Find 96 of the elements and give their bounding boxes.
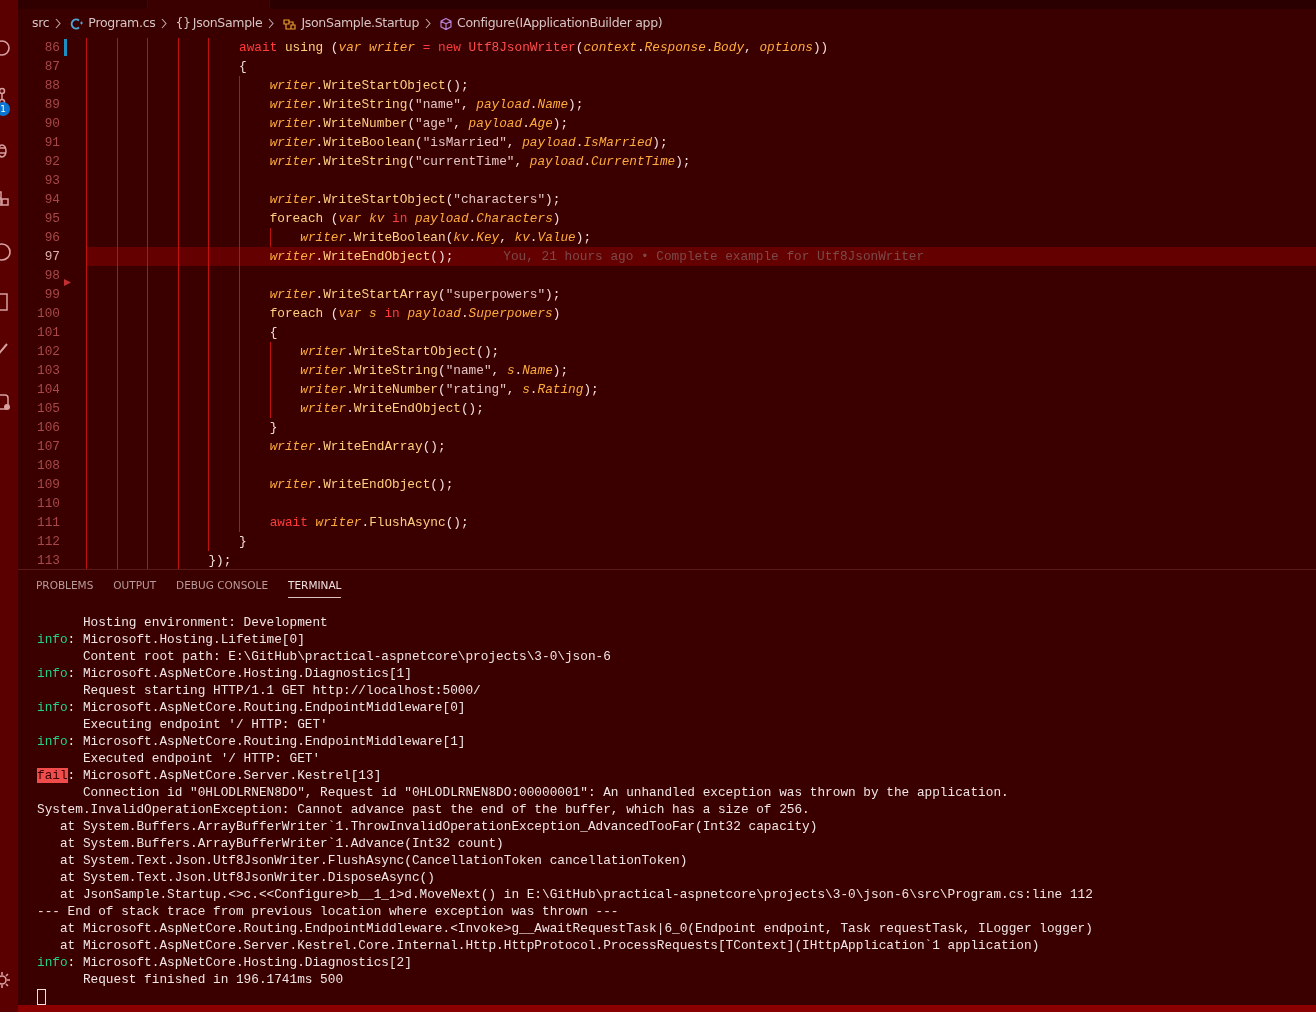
terminal-line: at Microsoft.AspNetCore.Routing.EndpointMiddleware.<Invoke>g__AwaitRequestTask|6_0(Endpoint endpoint, Task requestTask, ILogger logger) bbox=[58, 920, 1094, 937]
line-number: 112 bbox=[37, 533, 60, 551]
line-number: 92 bbox=[44, 153, 60, 171]
line-number: 87 bbox=[44, 58, 60, 76]
breadcrumb-item[interactable]: JsonSample.Startup bbox=[282, 14, 420, 33]
code-line: { bbox=[268, 324, 278, 342]
code-line: writer.WriteEndObject(); bbox=[268, 248, 454, 266]
log-message: : Microsoft.AspNetCore.Hosting.Diagnostics[2] bbox=[67, 955, 412, 970]
log-message: : Microsoft.AspNetCore.Server.Kestrel[13] bbox=[67, 768, 382, 783]
terminal-line: Executed endpoint '/ HTTP: GET' bbox=[81, 750, 322, 767]
terminal-line: at System.Buffers.ArrayBufferWriter`1.ThrowInvalidOperationException_AdvancedTooFar(Int32 capacity) bbox=[58, 818, 819, 835]
code-line: }); bbox=[207, 552, 232, 569]
terminal-line: Request finished in 196.1741ms 500 bbox=[81, 971, 345, 988]
code-line: writer.WriteNumber("age", payload.Age); bbox=[268, 115, 569, 133]
breadcrumb-item[interactable]: Configure(IApplicationBuilder app) bbox=[439, 14, 663, 33]
code-line: writer.WriteEndObject(); bbox=[299, 400, 484, 418]
line-number: 106 bbox=[37, 419, 60, 437]
terminal-line: at Microsoft.AspNetCore.Server.Kestrel.Core.Internal.Http.HttpProtocol.ProcessRequests[TContext](IHttpApplication`1 application) bbox=[58, 937, 1041, 954]
code-line: writer.WriteString("name", payload.Name); bbox=[268, 96, 584, 114]
notification-badge: 1 bbox=[0, 102, 10, 116]
terminal-line: Request starting HTTP/1.1 GET http://localhost:5000/ bbox=[81, 682, 482, 699]
class-icon bbox=[282, 16, 298, 31]
panel-tab[interactable]: PROBLEMS bbox=[36, 575, 94, 598]
panel-tab[interactable]: DEBUG CONSOLE bbox=[176, 575, 269, 598]
log-level-label: info bbox=[37, 955, 68, 970]
line-number: 99 bbox=[44, 286, 60, 304]
code-line: } bbox=[238, 533, 247, 551]
line-number: 88 bbox=[44, 77, 60, 95]
panel-tab[interactable]: OUTPUT bbox=[113, 575, 157, 598]
code-line: } bbox=[268, 419, 278, 437]
line-number: 100 bbox=[37, 305, 60, 323]
log-message: : Microsoft.Hosting.Lifetime[0] bbox=[67, 632, 305, 647]
log-message: : Microsoft.AspNetCore.Hosting.Diagnostics[1] bbox=[67, 666, 412, 681]
line-number: 108 bbox=[37, 457, 60, 475]
line-number: 94 bbox=[44, 191, 60, 209]
line-number: 95 bbox=[44, 210, 60, 228]
line-number: 96 bbox=[44, 229, 60, 247]
line-number: 105 bbox=[37, 400, 60, 418]
code-line: foreach (var s in payload.Superpowers) bbox=[268, 305, 561, 323]
line-number: 90 bbox=[44, 115, 60, 133]
terminal-line: at System.Buffers.ArrayBufferWriter`1.Advance(Int32 count) bbox=[58, 835, 505, 852]
breadcrumb-item[interactable]: src bbox=[32, 14, 50, 33]
csharp-icon bbox=[69, 16, 85, 31]
code-line: foreach (var kv in payload.Characters) bbox=[268, 210, 561, 228]
line-number: 113 bbox=[37, 552, 60, 569]
log-level-label: info bbox=[37, 734, 68, 749]
code-line: writer.WriteBoolean(kv.Key, kv.Value); bbox=[299, 229, 592, 247]
log-message: : Microsoft.AspNetCore.Routing.EndpointMiddleware[0] bbox=[67, 700, 466, 715]
code-line: writer.WriteStartArray("superpowers"); bbox=[268, 286, 561, 304]
line-number: 97 bbox=[44, 248, 60, 266]
code-line: writer.WriteBoolean("isMarried", payload.IsMarried); bbox=[268, 134, 668, 152]
log-level-label: info bbox=[37, 632, 68, 647]
namespace-symbol: {} bbox=[175, 14, 191, 33]
terminal-line: Content root path: E:\GitHub\practical-aspnetcore\projects\3-0\json-6 bbox=[81, 648, 612, 665]
line-number: 111 bbox=[37, 514, 60, 532]
terminal-line: Hosting environment: Development bbox=[81, 614, 329, 631]
terminal-line: Executing endpoint '/ HTTP: GET' bbox=[81, 716, 329, 733]
terminal-cursor bbox=[37, 989, 46, 1005]
code-line: writer.WriteString("currentTime", payload.CurrentTime); bbox=[268, 153, 691, 171]
code-line: writer.WriteStartObject(); bbox=[299, 343, 500, 361]
terminal-line: Connection id "0HLODLRNEN8DO", Request id "0HLODLRNEN8DO:00000001": An unhandled exception was thrown by the application. bbox=[81, 784, 1010, 801]
code-line: { bbox=[238, 58, 247, 76]
log-level-label: info bbox=[37, 700, 68, 715]
cube-icon bbox=[439, 16, 454, 31]
code-line: writer.WriteNumber("rating", s.Rating); bbox=[299, 381, 599, 399]
terminal-line: at System.Text.Json.Utf8JsonWriter.FlushAsync(CancellationToken cancellationToken) bbox=[58, 852, 689, 869]
line-number: 91 bbox=[44, 134, 60, 152]
terminal-line: --- End of stack trace from previous location where exception was thrown --- bbox=[37, 903, 620, 920]
breadcrumb-label: JsonSample bbox=[192, 14, 263, 33]
code-line: writer.WriteEndObject(); bbox=[268, 476, 454, 494]
line-number: 103 bbox=[37, 362, 60, 380]
line-number: 104 bbox=[37, 381, 60, 399]
terminal-line: at JsonSample.Startup.<>c.<<Configure>b__1_1>d.MoveNext() in E:\GitHub\practical-aspnetcore\projects\3-0\json-6\src\Program.cs:line 112 bbox=[58, 886, 1094, 903]
line-number: 93 bbox=[44, 172, 60, 190]
code-line: writer.WriteEndArray(); bbox=[268, 438, 446, 456]
line-number: 98 bbox=[44, 267, 60, 285]
line-number: 109 bbox=[37, 476, 60, 494]
line-number: 107 bbox=[37, 438, 60, 456]
code-line: writer.WriteStartObject(); bbox=[268, 77, 469, 95]
code-line: await using (var writer = new Utf8JsonWriter(context.Response.Body, options)) bbox=[238, 39, 829, 57]
line-number: 101 bbox=[37, 324, 60, 342]
panel-tab[interactable]: TERMINAL bbox=[288, 575, 342, 598]
log-message: : Microsoft.AspNetCore.Routing.EndpointMiddleware[1] bbox=[67, 734, 466, 749]
log-level-label: fail bbox=[37, 768, 68, 783]
line-number: 102 bbox=[37, 343, 60, 361]
blame-annotation: You, 21 hours ago • Complete example for Utf8JsonWriter bbox=[503, 248, 925, 266]
code-line: writer.WriteStartObject("characters"); bbox=[268, 191, 561, 209]
line-number: 86 bbox=[44, 39, 60, 57]
line-number: 110 bbox=[37, 495, 60, 513]
breadcrumb-item[interactable]: Program.cs bbox=[69, 14, 156, 33]
terminal-line: System.InvalidOperationException: Cannot advance past the end of the buffer, which has a size of 256. bbox=[37, 801, 811, 818]
code-line: writer.WriteString("name", s.Name); bbox=[299, 362, 569, 380]
code-line: await writer.FlushAsync(); bbox=[268, 514, 469, 532]
log-level-label: info bbox=[37, 666, 68, 681]
terminal-line: at System.Text.Json.Utf8JsonWriter.DisposeAsync() bbox=[58, 869, 436, 886]
line-number: 89 bbox=[44, 96, 60, 114]
